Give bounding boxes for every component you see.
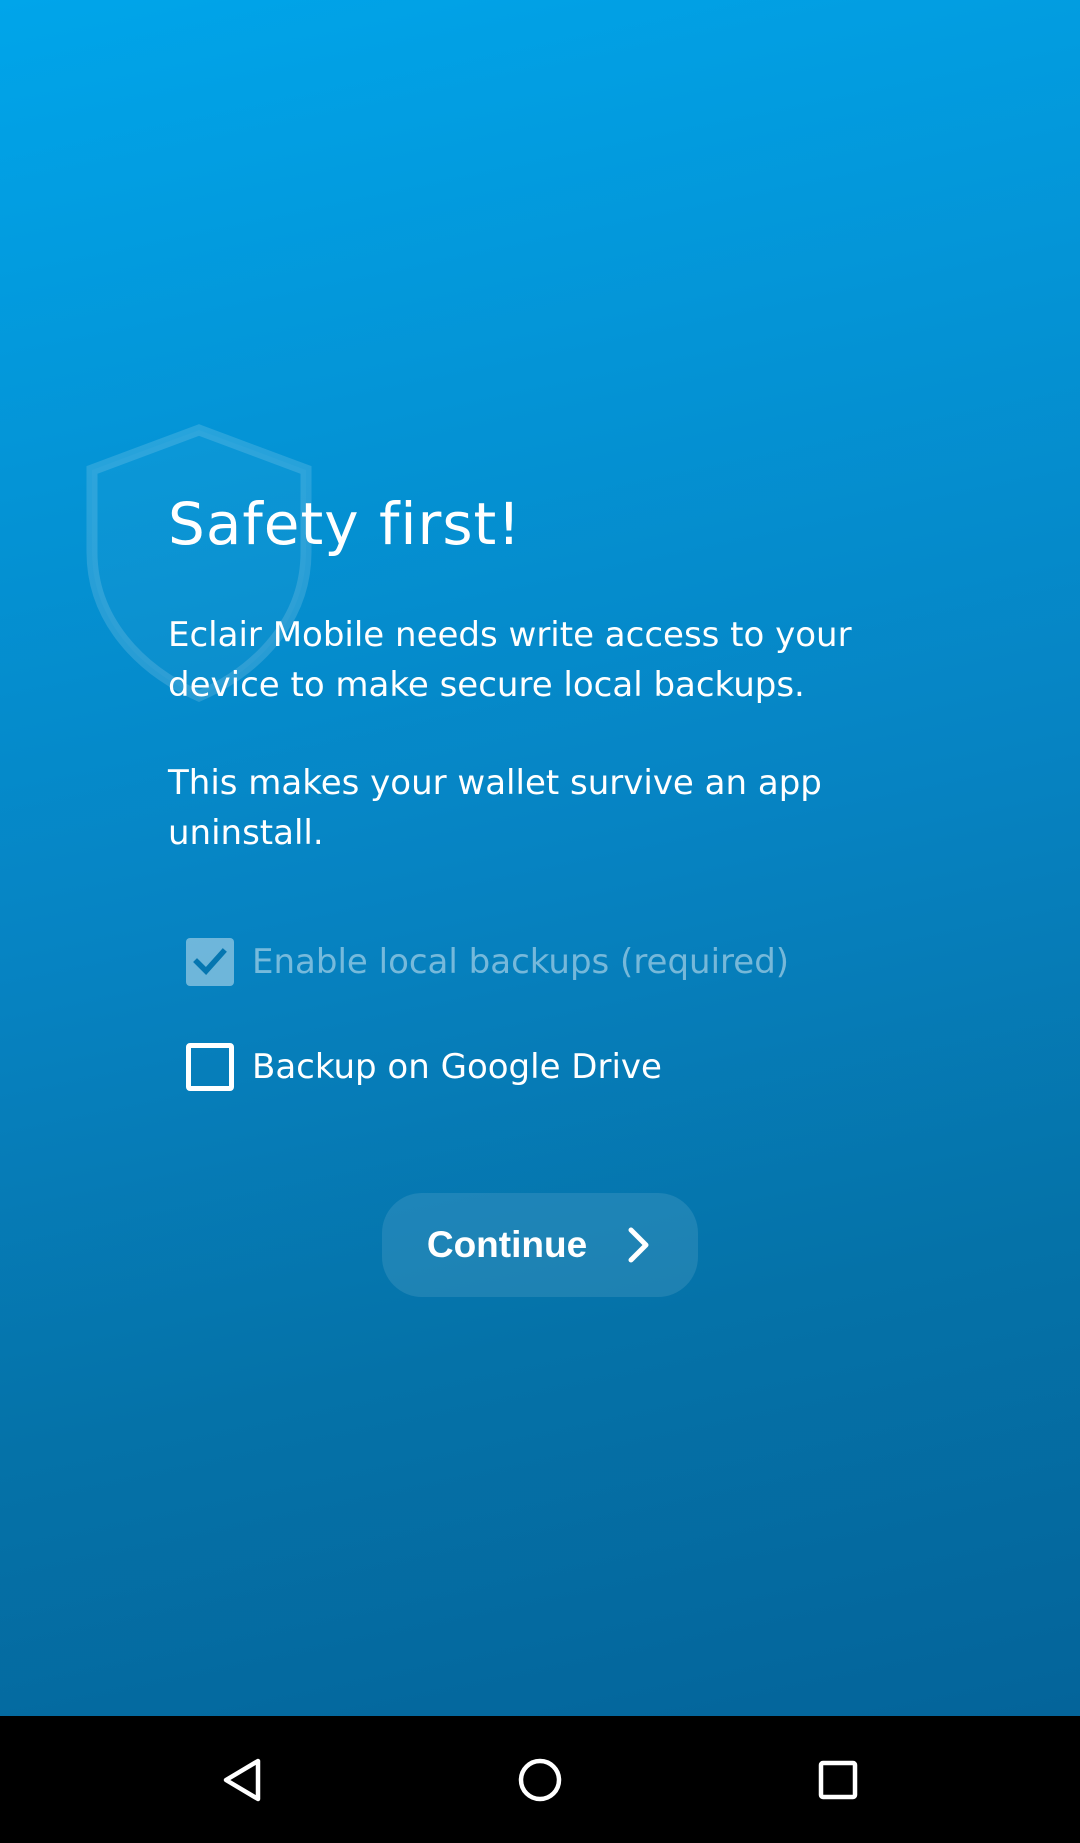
app-screen: Safety first! Eclair Mobile needs write … bbox=[0, 0, 1080, 1843]
local-backup-checkbox[interactable] bbox=[186, 938, 234, 986]
home-button[interactable] bbox=[506, 1746, 574, 1814]
recents-button[interactable] bbox=[804, 1746, 872, 1814]
recents-icon bbox=[818, 1760, 858, 1800]
checkmark-icon bbox=[193, 948, 227, 976]
home-icon bbox=[518, 1758, 562, 1802]
google-drive-backup-label: Backup on Google Drive bbox=[252, 1047, 662, 1087]
google-drive-backup-option[interactable]: Backup on Google Drive bbox=[186, 1037, 662, 1097]
local-backup-option[interactable]: Enable local backups (required) bbox=[186, 932, 789, 992]
google-drive-backup-checkbox[interactable] bbox=[186, 1043, 234, 1091]
chevron-right-icon bbox=[628, 1227, 649, 1263]
continue-label: Continue bbox=[426, 1224, 588, 1265]
onboarding-content: Safety first! Eclair Mobile needs write … bbox=[0, 0, 1080, 1716]
continue-button[interactable]: Continue bbox=[382, 1193, 698, 1297]
page-title: Safety first! bbox=[168, 490, 522, 558]
description-write-access: Eclair Mobile needs write access to your… bbox=[168, 615, 852, 705]
description-survive-uninstall: This makes your wallet survive an app un… bbox=[168, 763, 822, 853]
back-icon bbox=[223, 1758, 261, 1802]
system-navigation-bar bbox=[0, 1716, 1080, 1843]
back-button[interactable] bbox=[208, 1746, 276, 1814]
local-backup-label: Enable local backups (required) bbox=[252, 942, 790, 982]
